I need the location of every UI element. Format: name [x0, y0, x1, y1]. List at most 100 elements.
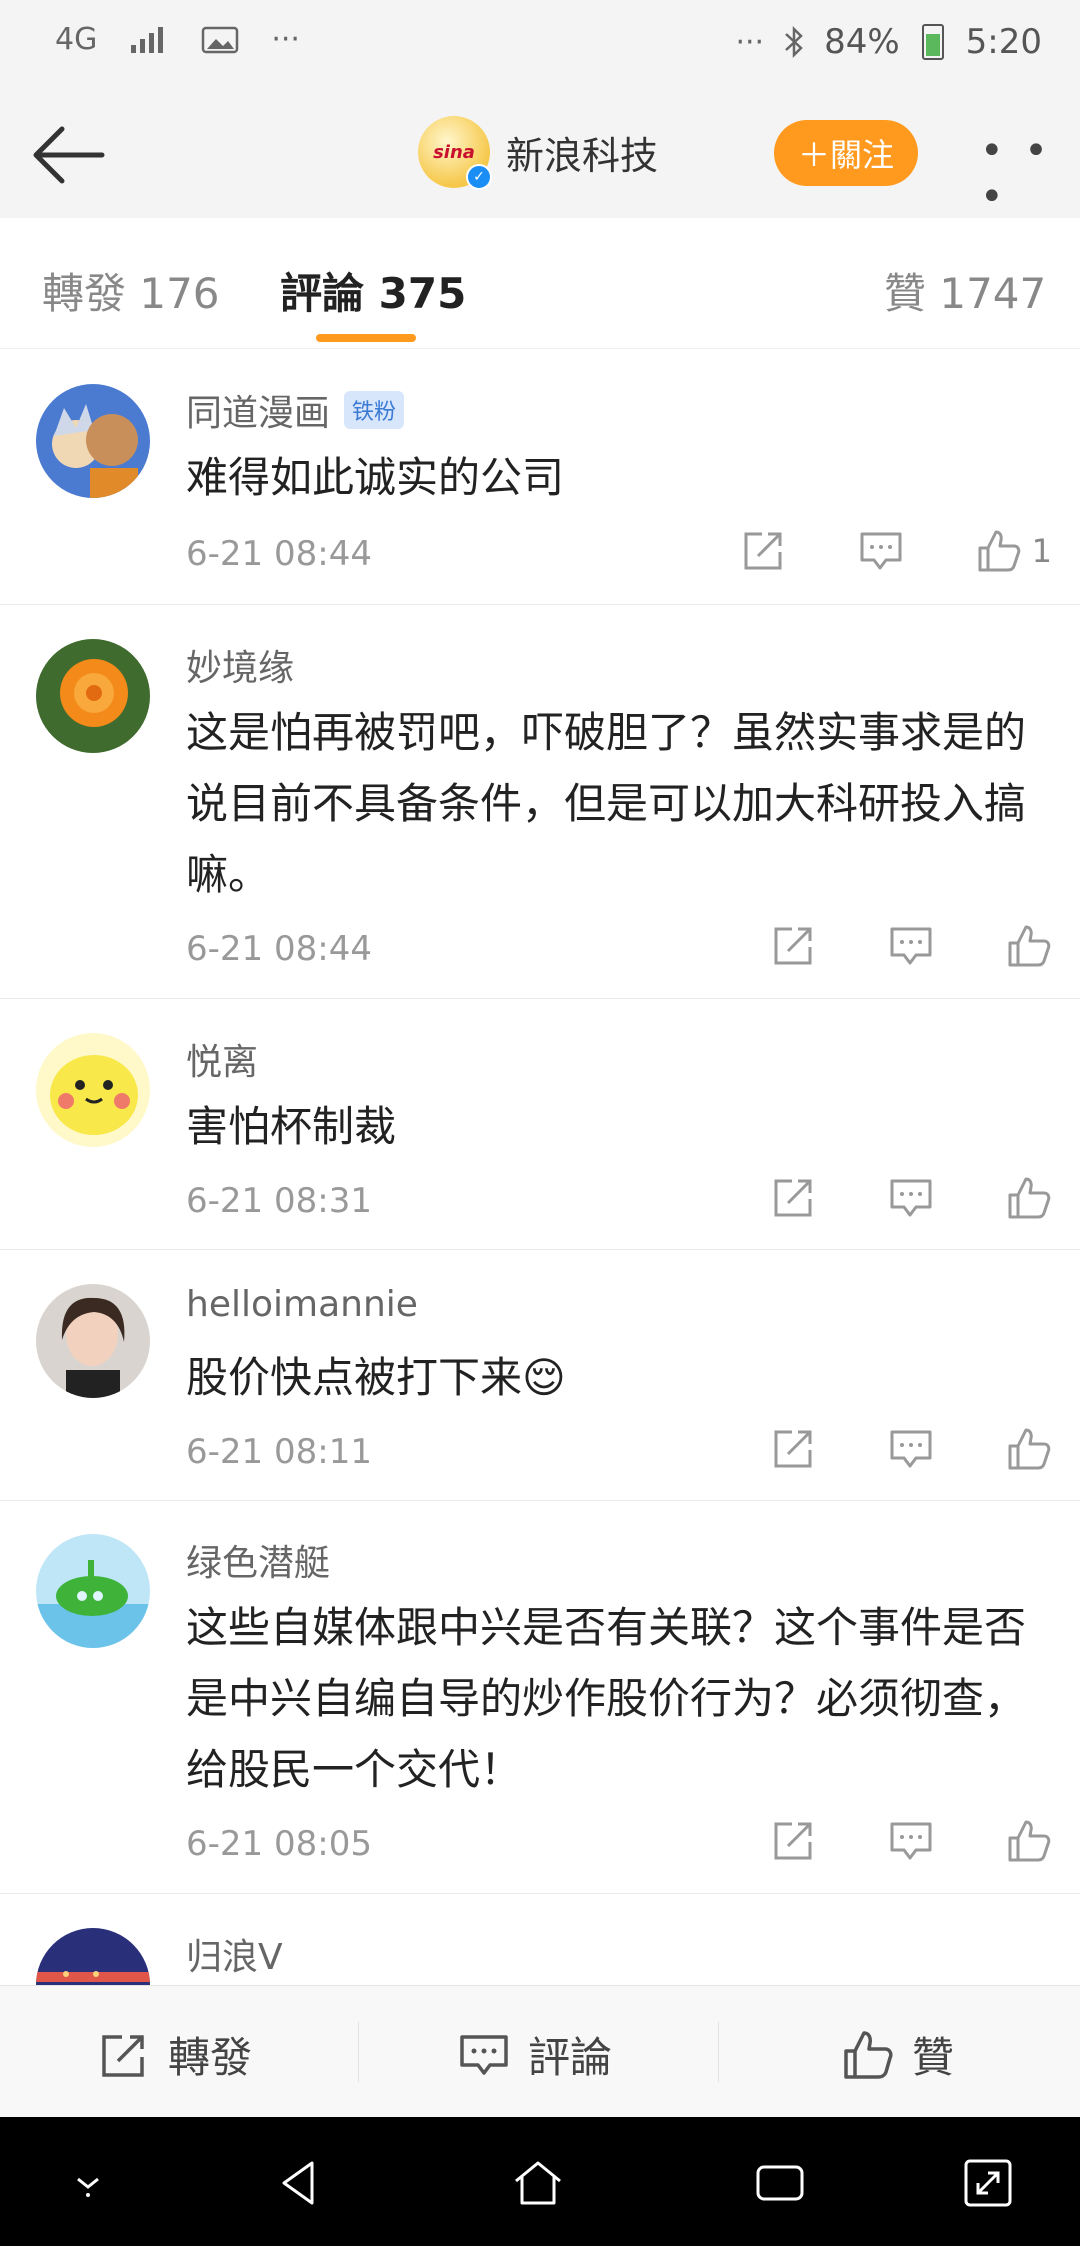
avatar[interactable]	[36, 1033, 150, 1147]
reply-button[interactable]	[888, 1818, 934, 1864]
avatar[interactable]	[36, 1928, 150, 1985]
like-button[interactable]	[1006, 1175, 1052, 1221]
home-icon[interactable]	[510, 2155, 566, 2211]
thumbs-up-icon	[844, 2030, 893, 2079]
comment-text: 这是怕再被罚吧，吓破胆了？虽然实事求是的说目前不具备条件，但是可以加大科研投入搞…	[186, 708, 1027, 899]
battery-icon	[921, 24, 944, 60]
signal-icon	[131, 26, 164, 53]
comment-time: 6-21 08:44	[186, 929, 372, 969]
comment-author[interactable]: helloimannie	[186, 1284, 418, 1325]
share-icon	[774, 1822, 812, 1860]
comment-item: 绿色潜艇 这些自媒体跟中兴是否有关联？这个事件是否是中兴自编自导的炒作股价行为？…	[0, 1500, 1080, 1894]
comment-author[interactable]: 同道漫画	[186, 384, 330, 436]
thumbs-up-icon	[1008, 1177, 1051, 1219]
network-type-label: 4G	[55, 22, 98, 57]
comment-icon	[890, 1179, 932, 1217]
follow-button[interactable]: ＋關注	[774, 120, 918, 186]
back-arrow-icon[interactable]	[28, 122, 108, 188]
share-icon	[774, 1179, 812, 1217]
comment-time: 6-21 08:05	[186, 1824, 372, 1864]
share-button[interactable]	[770, 923, 816, 969]
like-button[interactable]	[1006, 1426, 1052, 1472]
avatar[interactable]	[36, 639, 150, 753]
comment-text: 难得如此诚实的公司	[186, 453, 565, 502]
thumbs-up-icon	[1008, 1428, 1051, 1470]
bluetooth-icon	[785, 25, 803, 59]
thumbs-up-icon	[978, 530, 1020, 572]
clock: 5:20	[965, 22, 1042, 62]
notification-dots: ···	[271, 22, 300, 57]
like-button[interactable]: 1	[976, 528, 1052, 574]
divider	[718, 2022, 719, 2082]
comment-item: 同道漫画 铁粉 难得如此诚实的公司 6-21 08:44 1	[0, 350, 1080, 605]
share-button[interactable]	[740, 528, 786, 574]
chevron-down-icon[interactable]	[60, 2155, 116, 2211]
comment-icon	[890, 1822, 932, 1860]
comment-text: 害怕杯制裁	[186, 1102, 397, 1151]
tab-reposts[interactable]: 轉發 176	[42, 260, 220, 321]
comment-text: 股价快点被打下来😌	[186, 1353, 566, 1402]
bottom-action-bar: 轉發 評論 贊	[0, 1985, 1080, 2118]
overflow-dots: ···	[735, 24, 765, 60]
thumbs-up-icon	[1008, 1820, 1051, 1862]
comment-author[interactable]: 悦离	[186, 1033, 258, 1085]
reply-button[interactable]	[888, 1175, 934, 1221]
comment-author[interactable]: 妙境缘	[186, 639, 294, 691]
avatar[interactable]	[36, 1534, 150, 1648]
share-button[interactable]	[770, 1175, 816, 1221]
status-bar: 4G ··· ··· 84% 5:20	[0, 0, 1080, 92]
comment-time: 6-21 08:44	[186, 534, 372, 574]
comment-item: 悦离 害怕杯制裁 6-21 08:31	[0, 999, 1080, 1250]
repost-button[interactable]: 轉發	[98, 2024, 252, 2085]
top-bar: sina ✓ 新浪科技 ＋關注 • • •	[0, 92, 1080, 220]
comment-item: helloimannie 股价快点被打下来😌 6-21 08:11	[0, 1250, 1080, 1501]
reply-button[interactable]	[888, 1426, 934, 1472]
image-icon	[202, 26, 239, 53]
like-button[interactable]: 贊	[842, 2024, 954, 2085]
logo-text: sina	[433, 141, 475, 163]
comment-item: 妙境缘 这是怕再被罚吧，吓破胆了？虽然实事求是的说目前不具备条件，但是可以加大科…	[0, 605, 1080, 999]
account-logo[interactable]: sina ✓	[418, 116, 492, 190]
comment-icon	[890, 927, 932, 965]
share-icon	[744, 532, 782, 570]
thumbs-up-icon	[1008, 925, 1051, 967]
comment-button[interactable]: 評論	[458, 2024, 612, 2085]
like-button[interactable]	[1006, 923, 1052, 969]
share-icon	[774, 1430, 812, 1468]
comment-text: 这些自媒体跟中兴是否有关联？这个事件是否是中兴自编自导的炒作股价行为？必须彻查，…	[186, 1603, 1027, 1794]
comment-item: 归浪V	[0, 1894, 1080, 1985]
avatar[interactable]	[36, 1284, 150, 1398]
comment-time: 6-21 08:31	[186, 1181, 372, 1221]
recent-apps-icon[interactable]	[752, 2155, 808, 2211]
like-button[interactable]	[1006, 1818, 1052, 1864]
tab-bar: 轉發 176 評論 375 贊 1747	[0, 218, 1080, 349]
tab-comments[interactable]: 評論 375	[280, 260, 466, 321]
screenshot-expand-icon[interactable]	[960, 2155, 1016, 2211]
avatar[interactable]	[36, 384, 150, 498]
share-icon	[102, 2034, 144, 2077]
share-icon	[774, 927, 812, 965]
fan-badge: 铁粉	[344, 391, 405, 429]
like-label: 贊	[912, 2033, 955, 2082]
comment-time: 6-21 08:11	[186, 1432, 372, 1472]
reply-button[interactable]	[888, 923, 934, 969]
like-count: 1	[1031, 532, 1052, 570]
more-options-icon[interactable]: • • •	[980, 128, 1080, 220]
back-icon[interactable]	[272, 2155, 328, 2211]
comment-author[interactable]: 归浪V	[186, 1928, 283, 1980]
active-tab-indicator	[316, 334, 416, 342]
share-button[interactable]	[770, 1818, 816, 1864]
comment-author[interactable]: 绿色潜艇	[186, 1534, 330, 1586]
tab-likes[interactable]: 贊 1747	[884, 260, 1046, 321]
comment-label: 評論	[528, 2033, 613, 2082]
page-title: 新浪科技	[506, 133, 659, 178]
divider	[358, 2022, 359, 2082]
system-navigation-bar	[0, 2117, 1080, 2246]
account-header[interactable]: sina ✓ 新浪科技	[418, 116, 659, 190]
comment-icon	[460, 2034, 508, 2075]
comment-icon	[890, 1430, 932, 1468]
verified-icon: ✓	[466, 164, 492, 190]
battery-percent: 84%	[824, 22, 900, 62]
share-button[interactable]	[770, 1426, 816, 1472]
reply-button[interactable]	[858, 528, 904, 574]
